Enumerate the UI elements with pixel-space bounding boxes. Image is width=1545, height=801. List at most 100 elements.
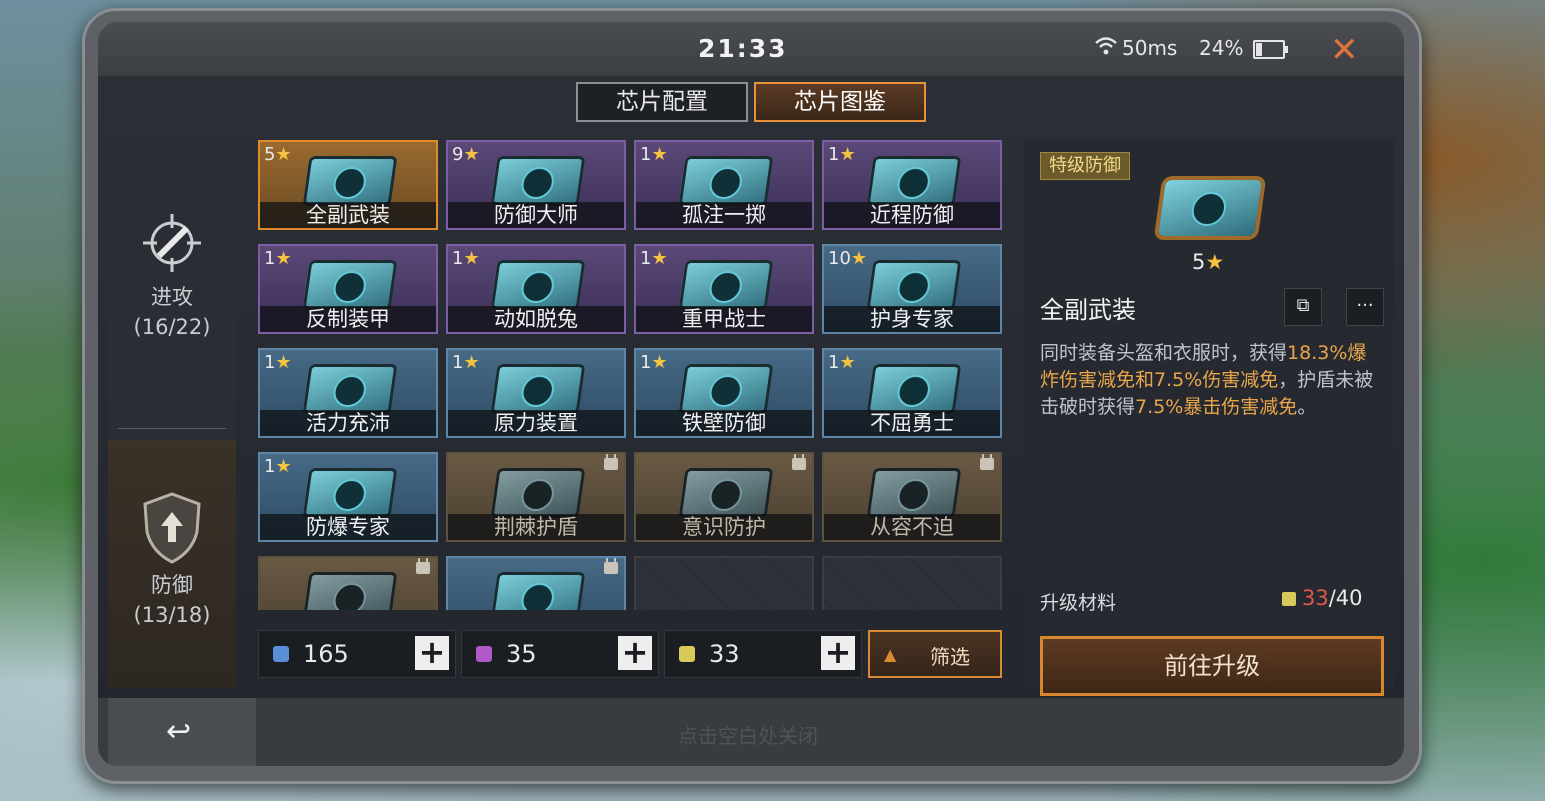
filter-button[interactable]: ▲ 筛选 (868, 630, 1002, 678)
chip-card[interactable]: 1★ 活力充沛 (258, 348, 438, 438)
chip-name: 意识防护 (636, 514, 812, 540)
star-icon: ★ (839, 352, 856, 373)
chip-icon (866, 260, 962, 310)
chip-star-count: 1 (264, 456, 276, 477)
selected-chip-title: 全副武装 (1040, 296, 1136, 324)
category-defense[interactable]: 防御 (13/18) (108, 440, 236, 688)
chip-name: 原力装置 (448, 410, 624, 436)
lock-icon (792, 454, 806, 470)
chip-icon (678, 364, 774, 414)
blue-chip-material-icon (273, 646, 289, 662)
star-icon: ★ (1205, 250, 1225, 274)
chip-stars: 1★ (264, 456, 292, 477)
chip-card[interactable]: 5★ 全副武装 (258, 140, 438, 230)
chip-stars: 1★ (452, 352, 480, 373)
category-attack-label: 进攻 (151, 285, 193, 309)
resource-blue-value: 165 (303, 640, 349, 668)
lock-icon (604, 558, 618, 574)
selected-chip-icon (1158, 180, 1262, 236)
chip-stars: 10★ (828, 248, 867, 269)
lock-icon (416, 558, 430, 574)
tab-chip-codex[interactable]: 芯片图鉴 (754, 82, 926, 122)
chip-card[interactable]: 1★ 反制装甲 (258, 244, 438, 334)
chip-star-count: 1 (640, 248, 652, 269)
star-icon: ★ (463, 352, 480, 373)
share-icon[interactable]: ⧉ (1284, 288, 1322, 326)
filter-label: 筛选 (930, 645, 970, 669)
selected-chip-star-count: 5 (1192, 250, 1206, 274)
add-blue-button[interactable]: + (415, 636, 449, 670)
more-icon[interactable]: ··· (1346, 288, 1384, 326)
chip-name: 孤注一掷 (636, 202, 812, 228)
chip-icon (866, 364, 962, 414)
selected-chip-stars: 5★ (1192, 250, 1224, 274)
add-gold-button[interactable]: + (821, 636, 855, 670)
resource-purple-value: 35 (506, 640, 537, 668)
resource-gold-value: 33 (709, 640, 740, 668)
tab-chip-config[interactable]: 芯片配置 (576, 82, 748, 122)
star-icon: ★ (463, 144, 480, 165)
close-icon[interactable]: ✕ (1330, 30, 1359, 70)
chip-card[interactable]: 从容不迫 (822, 452, 1002, 542)
category-defense-count: (13/18) (133, 603, 211, 627)
chip-card[interactable] (258, 556, 438, 610)
chip-name: 活力充沛 (260, 410, 436, 436)
chip-grid: 5★ 全副武装 9★ 防御大师 1★ 孤注一掷 1★ 近程防御 1★ 反制装甲 1★ 动如脱兔 1★ 重甲… (258, 140, 1004, 610)
purple-chip-material-icon (476, 646, 492, 662)
chip-card[interactable]: 1★ 重甲战士 (634, 244, 814, 334)
filter-icon: ▲ (884, 645, 897, 664)
status-bar: 21:33 50ms 24% ✕ (98, 22, 1404, 76)
star-icon: ★ (275, 352, 292, 373)
chip-stars: 1★ (828, 144, 856, 165)
close-hint[interactable]: 点击空白处关闭 (678, 720, 818, 749)
back-button[interactable]: ↩ (108, 698, 256, 766)
add-purple-button[interactable]: + (618, 636, 652, 670)
category-attack[interactable]: 进攻 (16/22) (108, 190, 236, 420)
chip-card[interactable]: 1★ 孤注一掷 (634, 140, 814, 230)
resource-purple: 35 + (461, 630, 659, 678)
chip-name: 从容不迫 (824, 514, 1000, 540)
chip-stars: 1★ (640, 248, 668, 269)
star-icon: ★ (839, 144, 856, 165)
chip-name: 全副武装 (260, 202, 436, 228)
chip-icon (490, 468, 586, 518)
chip-card (822, 556, 1002, 610)
lock-icon (980, 454, 994, 470)
desc-highlight: 减免 (1240, 369, 1279, 391)
gold-chip-material-icon (1282, 592, 1296, 606)
chip-card[interactable]: 荆棘护盾 (446, 452, 626, 542)
chip-icon (866, 156, 962, 206)
chip-card[interactable]: 1★ 不屈勇士 (822, 348, 1002, 438)
chip-card[interactable]: 10★ 护身专家 (822, 244, 1002, 334)
chip-icon (302, 364, 398, 414)
go-upgrade-button[interactable]: 前往升级 (1040, 636, 1384, 696)
chip-card[interactable]: 9★ 防御大师 (446, 140, 626, 230)
sidebar-divider (118, 428, 226, 429)
chip-card[interactable]: 1★ 动如脱兔 (446, 244, 626, 334)
resource-blue: 165 + (258, 630, 456, 678)
crosshair-missile-icon (143, 214, 201, 272)
chip-card[interactable]: 1★ 铁壁防御 (634, 348, 814, 438)
chip-star-count: 10 (828, 248, 851, 269)
chip-card[interactable]: 1★ 近程防御 (822, 140, 1002, 230)
chip-card[interactable] (446, 556, 626, 610)
chip-star-count: 1 (640, 144, 652, 165)
chip-name: 防爆专家 (260, 514, 436, 540)
chip-star-count: 5 (264, 144, 276, 165)
chip-card[interactable]: 1★ 防爆专家 (258, 452, 438, 542)
chip-card[interactable]: 1★ 原力装置 (446, 348, 626, 438)
star-icon: ★ (275, 248, 292, 269)
chip-name: 荆棘护盾 (448, 514, 624, 540)
gold-chip-material-icon (679, 646, 695, 662)
chip-name: 反制装甲 (260, 306, 436, 332)
chip-stars: 1★ (264, 248, 292, 269)
chip-icon (302, 468, 398, 518)
bottom-bar: ↩ 点击空白处关闭 (98, 698, 1404, 766)
star-icon: ★ (651, 144, 668, 165)
upgrade-material-label: 升级材料 (1040, 592, 1117, 614)
chip-stars: 1★ (640, 144, 668, 165)
chip-star-count: 9 (452, 144, 464, 165)
battery-icon (1253, 40, 1288, 59)
chip-name: 动如脱兔 (448, 306, 624, 332)
chip-card[interactable]: 意识防护 (634, 452, 814, 542)
